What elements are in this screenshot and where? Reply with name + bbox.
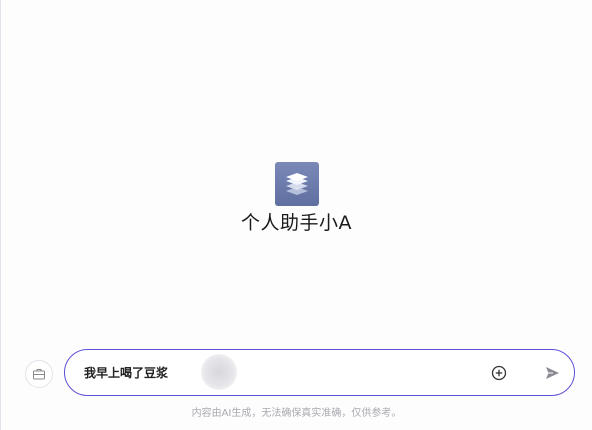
- cursor-highlight: [201, 354, 237, 390]
- message-input-text: 我早上喝了豆浆: [84, 366, 169, 380]
- ai-disclaimer: 内容由AI生成，无法确保真实准确，仅供参考。: [191, 408, 402, 419]
- assistant-logo: [274, 162, 319, 206]
- chat-window: 个人助手小A 我早上喝了豆浆 内容由AI生成，无法确保真实准确，仅供参考。: [0, 0, 592, 430]
- send-button[interactable]: [542, 363, 562, 383]
- send-icon: [546, 367, 559, 379]
- assistant-name: 个人助手小A: [241, 212, 352, 234]
- add-attachment-button[interactable]: [490, 364, 508, 382]
- briefcase-icon: [33, 369, 45, 380]
- layers-stack-icon: [285, 173, 308, 195]
- toolbox-button[interactable]: [25, 360, 53, 388]
- assistant-intro: 个人助手小A: [1, 162, 592, 235]
- message-input[interactable]: 我早上喝了豆浆: [64, 349, 575, 396]
- plus-circle-icon: [491, 365, 507, 381]
